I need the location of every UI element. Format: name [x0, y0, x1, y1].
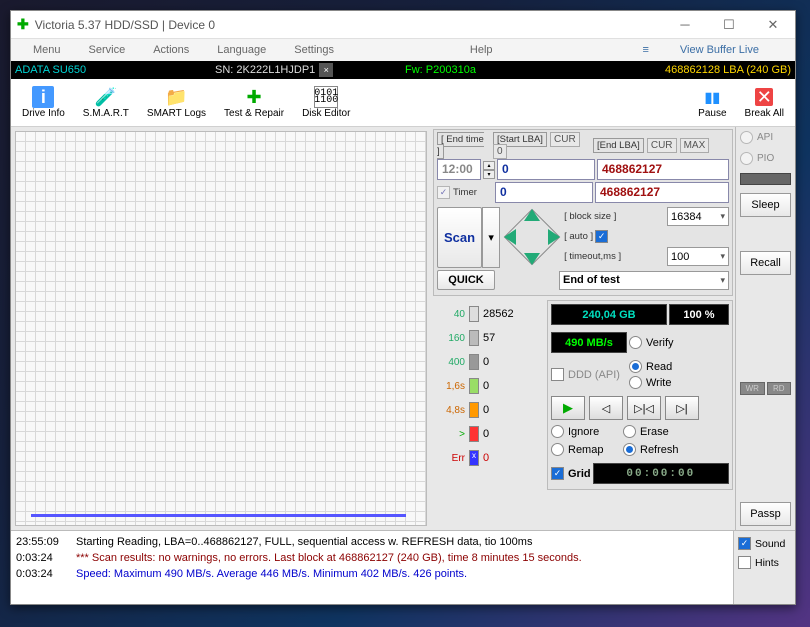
block-size-select[interactable]: 16384 [667, 207, 729, 226]
skip-button[interactable]: ▷|◁ [627, 396, 661, 420]
verify-radio[interactable] [629, 336, 642, 349]
scan-graph [15, 131, 427, 526]
ddd-checkbox[interactable] [551, 368, 564, 381]
toolbar: iDrive Info 🧪S.M.A.R.T 📁SMART Logs ✚Test… [11, 79, 795, 127]
app-window: ✚ Victoria 5.37 HDD/SSD | Device 0 ─ ☐ ✕… [10, 10, 796, 605]
view-buffer-live-button[interactable]: ≡View Buffer Live [614, 44, 787, 56]
main-area: [ End time ] [Start LBA] CUR 0 [End LBA]… [11, 127, 795, 530]
menu-language[interactable]: Language [203, 44, 280, 56]
nav-down[interactable] [524, 253, 540, 265]
log-text[interactable]: 23:55:09Starting Reading, LBA=0..4688621… [11, 531, 733, 604]
api-radio[interactable] [740, 131, 753, 144]
app-icon: ✚ [17, 16, 29, 33]
serial-number: SN: 2K222L1HJDP1× [215, 63, 395, 77]
percent-stat: 100 % [669, 304, 729, 325]
minimize-button[interactable]: ─ [663, 11, 707, 39]
menu-menu[interactable]: Menu [19, 44, 75, 56]
nav-diamond [502, 207, 562, 267]
control-panel: [ End time ] [Start LBA] CUR 0 [End LBA]… [431, 127, 735, 530]
ignore-radio[interactable] [551, 425, 564, 438]
sound-checkbox[interactable] [738, 537, 751, 550]
end-lba-field[interactable]: 468862127 [597, 159, 729, 180]
test-repair-button[interactable]: ✚Test & Repair [215, 81, 293, 124]
maximize-button[interactable]: ☐ [707, 11, 751, 39]
step-back-button[interactable]: ◁ [589, 396, 623, 420]
nav-left[interactable] [504, 229, 516, 245]
window-title: Victoria 5.37 HDD/SSD | Device 0 [35, 18, 663, 32]
scan-dropdown[interactable]: ▾ [482, 207, 500, 268]
smart-button[interactable]: 🧪S.M.A.R.T [74, 81, 138, 124]
start-lba-field2[interactable]: 0 [495, 182, 593, 203]
elapsed-timer: 00:00:00 [593, 463, 729, 484]
speed-stat: 490 MB/s [551, 332, 627, 353]
timer-checkbox[interactable] [437, 186, 450, 199]
end-lba-label: [End LBA] [593, 138, 644, 153]
end-lba-field2[interactable]: 468862127 [595, 182, 729, 203]
pio-radio[interactable] [740, 152, 753, 165]
end-of-test-select[interactable]: End of test [559, 271, 729, 290]
menubar: Menu Service Actions Language Settings H… [11, 39, 795, 61]
log-area: 23:55:09Starting Reading, LBA=0..4688621… [11, 530, 795, 604]
cur-button-start[interactable]: CUR [550, 132, 580, 147]
smart-logs-button[interactable]: 📁SMART Logs [138, 81, 215, 124]
menu-settings[interactable]: Settings [280, 44, 348, 56]
max-button[interactable]: MAX [680, 138, 710, 153]
firmware: Fw: P200310a [405, 64, 575, 76]
read-radio[interactable] [629, 360, 642, 373]
passp-button[interactable]: Passp [740, 502, 791, 526]
pause-button[interactable]: ▮▮Pause [689, 81, 735, 124]
size-stat: 240,04 GB [551, 304, 667, 325]
end-time-label: [ End time ] [437, 132, 484, 159]
zero-button[interactable]: 0 [493, 144, 507, 159]
remap-radio[interactable] [551, 443, 564, 456]
menu-service[interactable]: Service [75, 44, 140, 56]
block-timing-stats: 4028562 16057 4000 1,6s0 4,8s0 >0 Err0 [433, 300, 545, 472]
right-sidebar: API PIO Sleep Recall WRRD Passp [735, 127, 795, 530]
play-button[interactable]: ▶ [551, 396, 585, 420]
refresh-radio[interactable] [623, 443, 636, 456]
sn-close-icon[interactable]: × [319, 63, 333, 77]
write-radio[interactable] [629, 376, 642, 389]
disk-editor-button[interactable]: 01011100Disk Editor [293, 81, 359, 124]
device-name: ADATA SU650 [15, 64, 215, 76]
nav-right[interactable] [548, 229, 560, 245]
close-button[interactable]: ✕ [751, 11, 795, 39]
break-all-button[interactable]: ✕Break All [736, 81, 793, 124]
start-lba-field[interactable]: 0 [497, 159, 595, 180]
progress-bar [740, 173, 791, 185]
menu-actions[interactable]: Actions [139, 44, 203, 56]
hints-checkbox[interactable] [738, 556, 751, 569]
cur-button-end[interactable]: CUR [647, 138, 677, 153]
grid-checkbox[interactable] [551, 467, 564, 480]
step-fwd-button[interactable]: ▷| [665, 396, 699, 420]
playback-controls: ▶ ◁ ▷|◁ ▷| [551, 396, 729, 420]
nav-up[interactable] [524, 209, 540, 221]
wr-rd-indicators: WRRD [740, 382, 791, 395]
quick-button[interactable]: QUICK [437, 270, 495, 290]
sleep-button[interactable]: Sleep [740, 193, 791, 217]
recall-button[interactable]: Recall [740, 251, 791, 275]
device-infobar: ADATA SU650 SN: 2K222L1HJDP1× Fw: P20031… [11, 61, 795, 79]
auto-checkbox[interactable] [595, 230, 608, 243]
timeout-select[interactable]: 100 [667, 247, 729, 266]
end-time-field[interactable]: 12:00 [437, 159, 481, 180]
titlebar: ✚ Victoria 5.37 HDD/SSD | Device 0 ─ ☐ ✕ [11, 11, 795, 39]
scan-button[interactable]: Scan [437, 207, 482, 268]
menu-help[interactable]: Help [456, 44, 507, 56]
lba-info: 468862128 LBA (240 GB) [665, 64, 791, 76]
erase-radio[interactable] [623, 425, 636, 438]
drive-info-button[interactable]: iDrive Info [13, 81, 74, 124]
